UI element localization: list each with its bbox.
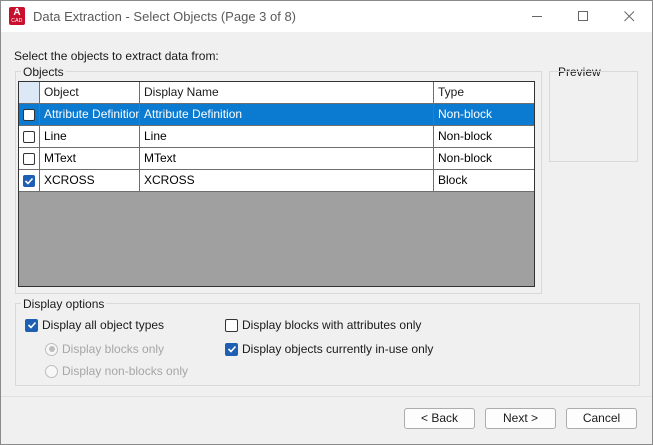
header-select-all[interactable] (19, 82, 40, 104)
objects-in-use-checkbox[interactable] (225, 342, 238, 356)
maximize-button[interactable] (560, 1, 606, 32)
cell-object: MText (40, 148, 140, 170)
display-non-blocks-only-option[interactable]: Display non-blocks only (45, 364, 188, 378)
cell-type: Non-block (434, 148, 534, 170)
row-checkbox[interactable] (23, 130, 35, 143)
app-icon-sub: CAD (11, 18, 23, 24)
autocad-logo-icon: A CAD (9, 7, 25, 25)
maximize-icon (577, 11, 588, 21)
preview-pane (549, 71, 638, 162)
footer-divider (1, 396, 652, 397)
display-non-blocks-only-label: Display non-blocks only (62, 364, 189, 378)
blocks-with-attributes-label: Display blocks with attributes only (242, 318, 422, 332)
row-checkbox-cell (19, 170, 40, 192)
cell-object: XCROSS (40, 170, 140, 192)
objects-in-use-option[interactable]: Display objects currently in-use only (225, 342, 433, 356)
blocks-with-attributes-option[interactable]: Display blocks with attributes only (225, 318, 421, 332)
cell-display-name[interactable]: MText (140, 148, 434, 170)
cell-type: Non-block (434, 104, 534, 126)
table-row[interactable]: MText MText Non-block (19, 148, 534, 170)
checkmark-icon (27, 321, 36, 329)
display-non-blocks-only-radio[interactable] (45, 364, 58, 378)
cell-display-name[interactable]: Attribute Definition (140, 104, 434, 126)
column-header-object-label: Object (44, 85, 79, 99)
display-blocks-only-radio[interactable] (45, 342, 58, 356)
objects-in-use-label: Display objects currently in-use only (242, 342, 434, 356)
table-header: Object Display Name Type (19, 82, 534, 104)
display-all-types-label: Display all object types (42, 318, 165, 332)
checkmark-icon (227, 345, 236, 353)
cancel-button[interactable]: Cancel (566, 408, 637, 429)
display-blocks-only-label: Display blocks only (62, 342, 165, 356)
row-checkbox[interactable] (23, 152, 35, 165)
radio-dot-icon (48, 346, 55, 352)
instruction-text: Select the objects to extract data from: (14, 49, 219, 63)
row-checkbox-cell (19, 104, 40, 126)
data-extraction-dialog: A CAD Data Extraction - Select Objects (… (0, 0, 653, 445)
blocks-with-attributes-checkbox[interactable] (225, 318, 238, 332)
cell-type: Block (434, 170, 534, 192)
display-all-types-checkbox[interactable] (25, 318, 38, 332)
row-checkbox-cell (19, 126, 40, 148)
table-row[interactable]: XCROSS XCROSS Block (19, 170, 534, 192)
objects-group-title: Objects (21, 65, 66, 79)
table-row[interactable]: Line Line Non-block (19, 126, 534, 148)
close-button[interactable] (606, 1, 652, 32)
cell-type: Non-block (434, 126, 534, 148)
title-bar: A CAD Data Extraction - Select Objects (… (1, 1, 652, 32)
app-icon-letter: A (13, 7, 21, 18)
close-icon (623, 11, 634, 22)
back-button[interactable]: < Back (404, 408, 475, 429)
next-button[interactable]: Next > (485, 408, 556, 429)
cell-object: Attribute Definition (40, 104, 140, 126)
window-title: Data Extraction - Select Objects (Page 3… (33, 9, 297, 24)
row-checkbox[interactable] (23, 108, 35, 121)
objects-table: Object Display Name Type Attribute Defin… (18, 81, 535, 287)
column-header-object[interactable]: Object (40, 82, 140, 104)
checkmark-icon (24, 177, 34, 185)
minimize-button[interactable] (514, 1, 560, 32)
display-options-title: Display options (21, 297, 107, 311)
cell-object: Line (40, 126, 140, 148)
cell-display-name[interactable]: XCROSS (140, 170, 434, 192)
row-checkbox[interactable] (23, 174, 35, 187)
minimize-icon (531, 16, 542, 17)
row-checkbox-cell (19, 148, 40, 170)
column-header-display-name[interactable]: Display Name (140, 82, 434, 104)
cell-display-name[interactable]: Line (140, 126, 434, 148)
column-header-type[interactable]: Type (434, 82, 534, 104)
table-row[interactable]: Attribute Definition Attribute Definitio… (19, 104, 534, 126)
display-all-types-option[interactable]: Display all object types (25, 318, 164, 332)
display-blocks-only-option[interactable]: Display blocks only (45, 342, 164, 356)
